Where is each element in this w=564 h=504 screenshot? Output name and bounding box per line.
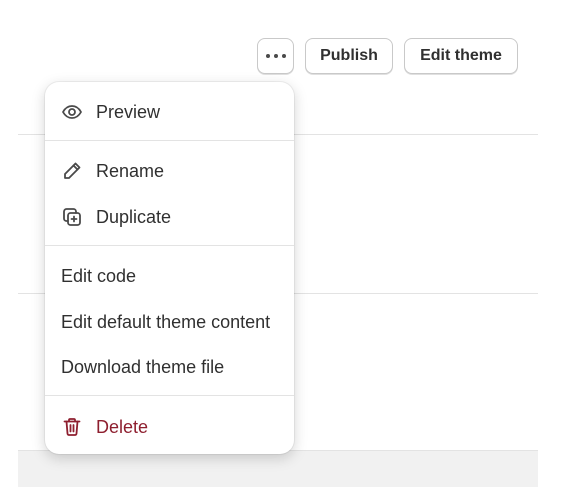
menu-divider (45, 395, 294, 396)
menu-item-edit-default-theme-content[interactable]: Edit default theme content (45, 302, 294, 342)
menu-item-label: Delete (96, 416, 149, 437)
menu-item-edit-code[interactable]: Edit code (45, 256, 294, 296)
theme-actions-menu: Preview Rename Duplicate Edit code Edit … (45, 82, 294, 454)
menu-divider (45, 245, 294, 246)
menu-item-label: Download theme file (61, 356, 225, 377)
menu-item-label: Preview (96, 101, 161, 122)
menu-item-label: Edit default theme content (61, 311, 271, 332)
trash-icon (61, 416, 83, 438)
eye-icon (61, 101, 83, 123)
more-actions-button[interactable] (257, 38, 294, 74)
menu-divider (45, 140, 294, 141)
menu-item-label: Edit code (61, 265, 137, 286)
menu-item-delete[interactable]: Delete (45, 407, 294, 447)
horizontal-dots-icon (265, 54, 286, 58)
card-footer (18, 450, 538, 487)
duplicate-icon (61, 206, 83, 228)
publish-button[interactable]: Publish (305, 38, 393, 74)
edit-theme-button[interactable]: Edit theme (404, 38, 518, 74)
pencil-icon (61, 160, 83, 182)
menu-item-label: Duplicate (96, 206, 172, 227)
menu-item-duplicate[interactable]: Duplicate (45, 197, 294, 237)
menu-item-preview[interactable]: Preview (45, 92, 294, 132)
menu-item-rename[interactable]: Rename (45, 151, 294, 191)
menu-item-download-theme-file[interactable]: Download theme file (45, 347, 294, 387)
menu-item-label: Rename (96, 160, 165, 181)
